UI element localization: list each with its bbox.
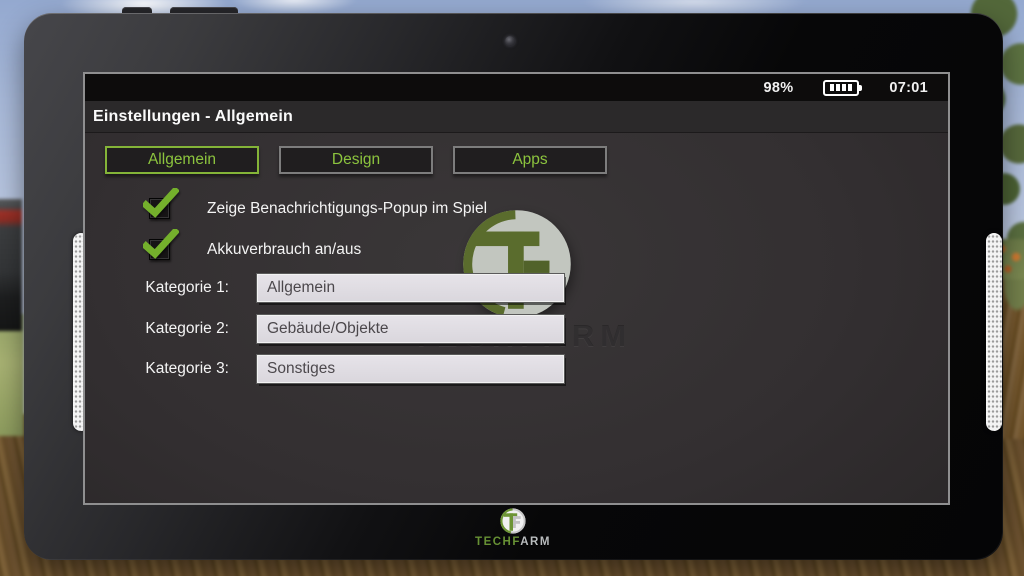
clock: 07:01 [889,80,928,96]
tab-design[interactable]: Design [279,146,433,174]
brand-text-green: TECHF [475,536,520,548]
status-bar: 98% 07:01 [85,74,948,101]
tab-allgemein[interactable]: Allgemein [105,146,259,174]
settings-tabs: Allgemein Design Apps [105,146,607,174]
checkbox-battery[interactable] [149,239,170,260]
battery-percent: 98% [763,80,793,96]
checkbox-label: Zeige Benachrichtigungs-Popup im Spiel [207,198,487,219]
game-screenshot: 98% 07:01 Einstellungen - Allgemein [0,0,1024,576]
battery-icon [823,80,859,96]
speaker-grille-right-icon [986,233,1002,431]
techfarm-watermark-logo-icon [461,208,573,320]
settings-content: TECHFARM Allgemein Design Apps Zeige Ben… [85,133,948,505]
checkbox-popup[interactable] [149,198,170,219]
kategorie-2-input[interactable] [257,315,564,343]
kategorie-3-label: Kategorie 3: [121,355,229,383]
page-title: Einstellungen - Allgemein [93,108,293,126]
techfarm-brand-text: TECHFARM [428,536,598,548]
tractor [0,199,22,331]
tablet-screen: 98% 07:01 Einstellungen - Allgemein [83,72,950,505]
techfarm-logo-icon [499,507,527,535]
kategorie-2-label: Kategorie 2: [121,315,229,343]
checkbox-label: Akkuverbrauch an/aus [207,239,361,260]
kategorie-1-label: Kategorie 1: [121,274,229,302]
tablet-device: 98% 07:01 Einstellungen - Allgemein [24,13,1003,560]
techfarm-brand: TECHFARM [428,507,598,548]
kategorie-1-input[interactable] [257,274,564,302]
tab-apps[interactable]: Apps [453,146,607,174]
grass-left [0,314,24,436]
front-camera-icon [505,36,515,46]
title-bar: Einstellungen - Allgemein [85,101,948,133]
brand-text-silver: ARM [520,536,551,548]
kategorie-3-input[interactable] [257,355,564,383]
